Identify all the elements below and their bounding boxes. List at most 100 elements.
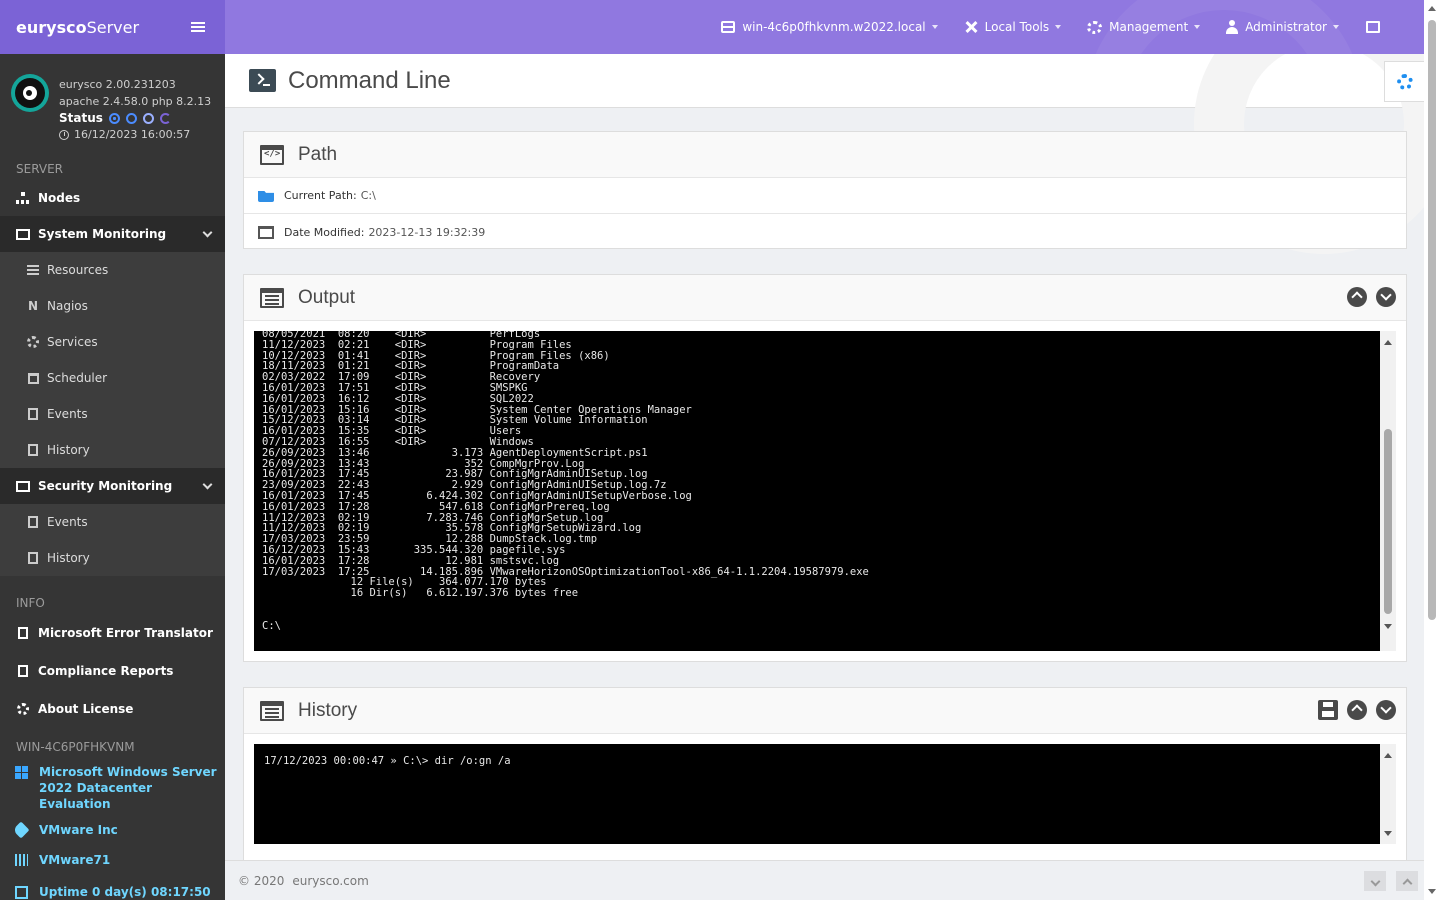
sidebar-item-label: System Monitoring [38, 227, 167, 241]
report-icon [18, 665, 28, 677]
history-console[interactable]: 17/12/2023 00:00:47 » C:\> dir /o:gn /a [254, 744, 1396, 844]
scroll-down-arrow-icon[interactable] [1428, 889, 1436, 894]
current-path-row: Current Path: C:\ [244, 178, 1406, 214]
history-scroll-top-button[interactable] [1347, 700, 1367, 720]
scroll-bottom-button[interactable] [1376, 287, 1396, 307]
history-panel-title: History [298, 699, 358, 721]
output-panel: Output 08/05/2021 08:20 <DIR> PerfLogs 11… [243, 274, 1407, 662]
window-scrollbar[interactable] [1424, 0, 1440, 900]
folder-open-icon [258, 190, 274, 202]
status-refresh-icon[interactable] [159, 113, 171, 124]
window-scroll-thumb[interactable] [1428, 20, 1436, 620]
tag-icon [12, 821, 30, 839]
scroll-top-button[interactable] [1347, 287, 1367, 307]
save-history-button[interactable] [1318, 700, 1338, 720]
date-modified-label: Date Modified: [284, 225, 365, 239]
events-icon [28, 408, 38, 420]
scroll-down-arrow-icon[interactable] [1384, 831, 1392, 836]
nav-header-info: INFO [16, 596, 45, 610]
sidebar-item-error-translator[interactable]: Microsoft Error Translator [0, 614, 225, 652]
sidebar-item-security-monitoring[interactable]: Security Monitoring [0, 468, 225, 504]
sidebar-item-label: Security Monitoring [38, 479, 173, 493]
status-sync-icon[interactable] [125, 113, 137, 124]
sidebar-item-label: Microsoft Error Translator [38, 626, 213, 640]
brand-logo[interactable]: euryscoServer [16, 18, 139, 37]
scroll-up-arrow-icon[interactable] [1384, 753, 1392, 758]
host-uptime-text: Uptime 0 day(s) 08:17:50 [39, 885, 211, 899]
windows-icon [15, 766, 28, 779]
sidebar-item-security-history[interactable]: History [0, 540, 225, 576]
history-scrollbar[interactable] [1380, 744, 1396, 844]
sidebar-item-security-events[interactable]: Events [0, 504, 225, 540]
output-panel-title: Output [298, 286, 356, 308]
tools-icon [964, 20, 978, 34]
server-menu[interactable]: win-4c6p0fhkvnm.w2022.local [708, 0, 950, 54]
settings-button[interactable] [1384, 61, 1424, 102]
scroll-down-arrow-icon[interactable] [1384, 624, 1392, 629]
history-scroll-bottom-button[interactable] [1376, 700, 1396, 720]
status-agent-icon[interactable] [142, 113, 154, 124]
chart-icon [16, 228, 30, 240]
scroll-up-arrow-icon[interactable] [1428, 6, 1436, 11]
scroll-thumb[interactable] [1384, 429, 1392, 614]
top-menu: win-4c6p0fhkvnm.w2022.local Local Tools … [708, 0, 1424, 54]
console-line: 17/12/2023 00:00:47 » C:\> dir /o:gn /a [264, 755, 511, 767]
sidebar-item-resources[interactable]: Resources [0, 252, 225, 288]
sidebar-item-label: Scheduler [47, 371, 108, 385]
timestamp-line: 16/12/2023 16:00:57 [59, 127, 225, 143]
calendar-icon [27, 372, 39, 384]
sidebar-item-events[interactable]: Events [0, 396, 225, 432]
page-scroll-down-button[interactable] [1364, 871, 1386, 891]
status-core-icon[interactable] [108, 113, 120, 124]
console-line: 16/01/2023 16:12 <DIR> SQL2022 [262, 392, 534, 405]
sidebar-item-services[interactable]: Services [0, 324, 225, 360]
host-uptime: Uptime 0 day(s) 08:17:50 [0, 872, 225, 900]
calendar-icon [258, 225, 274, 239]
date-modified-value: 2023-12-13 19:32:39 [368, 225, 486, 239]
sidebar-item-label: Nodes [38, 191, 81, 205]
fullscreen-button[interactable] [1352, 0, 1424, 54]
nav-header-server: SERVER [16, 162, 64, 176]
host-os: Microsoft Windows Server 2022 Datacenter… [0, 758, 225, 816]
footer-site-link[interactable]: eurysco.com [292, 874, 368, 888]
user-icon [1226, 20, 1239, 34]
host-model-text: VMware71 [39, 853, 111, 867]
sidebar-item-compliance-reports[interactable]: Compliance Reports [0, 652, 225, 690]
sidebar-toggle-button[interactable] [171, 0, 225, 54]
uptime-icon [15, 886, 28, 899]
sidebar-item-nagios[interactable]: N Nagios [0, 288, 225, 324]
timestamp-text: 16/12/2023 16:00:57 [74, 128, 191, 141]
history-lines: 17/12/2023 00:00:47 » C:\> dir /o:gn /a [264, 756, 511, 767]
scroll-up-arrow-icon[interactable] [1384, 340, 1392, 345]
events-icon [28, 516, 38, 528]
local-tools-menu[interactable]: Local Tools [951, 0, 1074, 54]
topbar: win-4c6p0fhkvnm.w2022.local Local Tools … [225, 0, 1424, 54]
sidebar-item-label: Events [47, 515, 88, 529]
sidebar-item-history[interactable]: History [0, 432, 225, 468]
sidebar-item-system-monitoring[interactable]: System Monitoring [0, 216, 225, 252]
management-menu[interactable]: Management [1074, 0, 1213, 54]
clock-icon [59, 130, 69, 140]
page-scroll-up-button[interactable] [1396, 871, 1418, 891]
sidebar-item-label: Events [47, 407, 88, 421]
current-path-value: C:\ [360, 189, 376, 202]
host-vendor-text: VMware Inc [39, 823, 118, 837]
sidebar: euryscoServer eurysco 2.00.231203 apache… [0, 0, 225, 900]
sidebar-item-nodes[interactable]: Nodes [0, 180, 225, 216]
user-menu[interactable]: Administrator [1213, 0, 1352, 54]
sidebar-item-scheduler[interactable]: Scheduler [0, 360, 225, 396]
sidebar-item-label: Services [47, 335, 98, 349]
history-icon [28, 552, 38, 564]
cogs-icon [1087, 20, 1103, 34]
server-menu-label: win-4c6p0fhkvnm.w2022.local [742, 20, 926, 34]
nagios-icon: N [27, 299, 39, 313]
footer: © 2020 eurysco.com [225, 860, 1424, 900]
version-text: eurysco 2.00.231203 [59, 78, 176, 91]
sidebar-item-about-license[interactable]: About License [0, 690, 225, 728]
sidebar-item-label: About License [38, 702, 134, 716]
history-icon [28, 444, 38, 456]
output-console[interactable]: 08/05/2021 08:20 <DIR> PerfLogs 11/12/202… [254, 331, 1396, 651]
error-translator-icon [18, 627, 28, 639]
output-scrollbar[interactable] [1380, 331, 1396, 651]
